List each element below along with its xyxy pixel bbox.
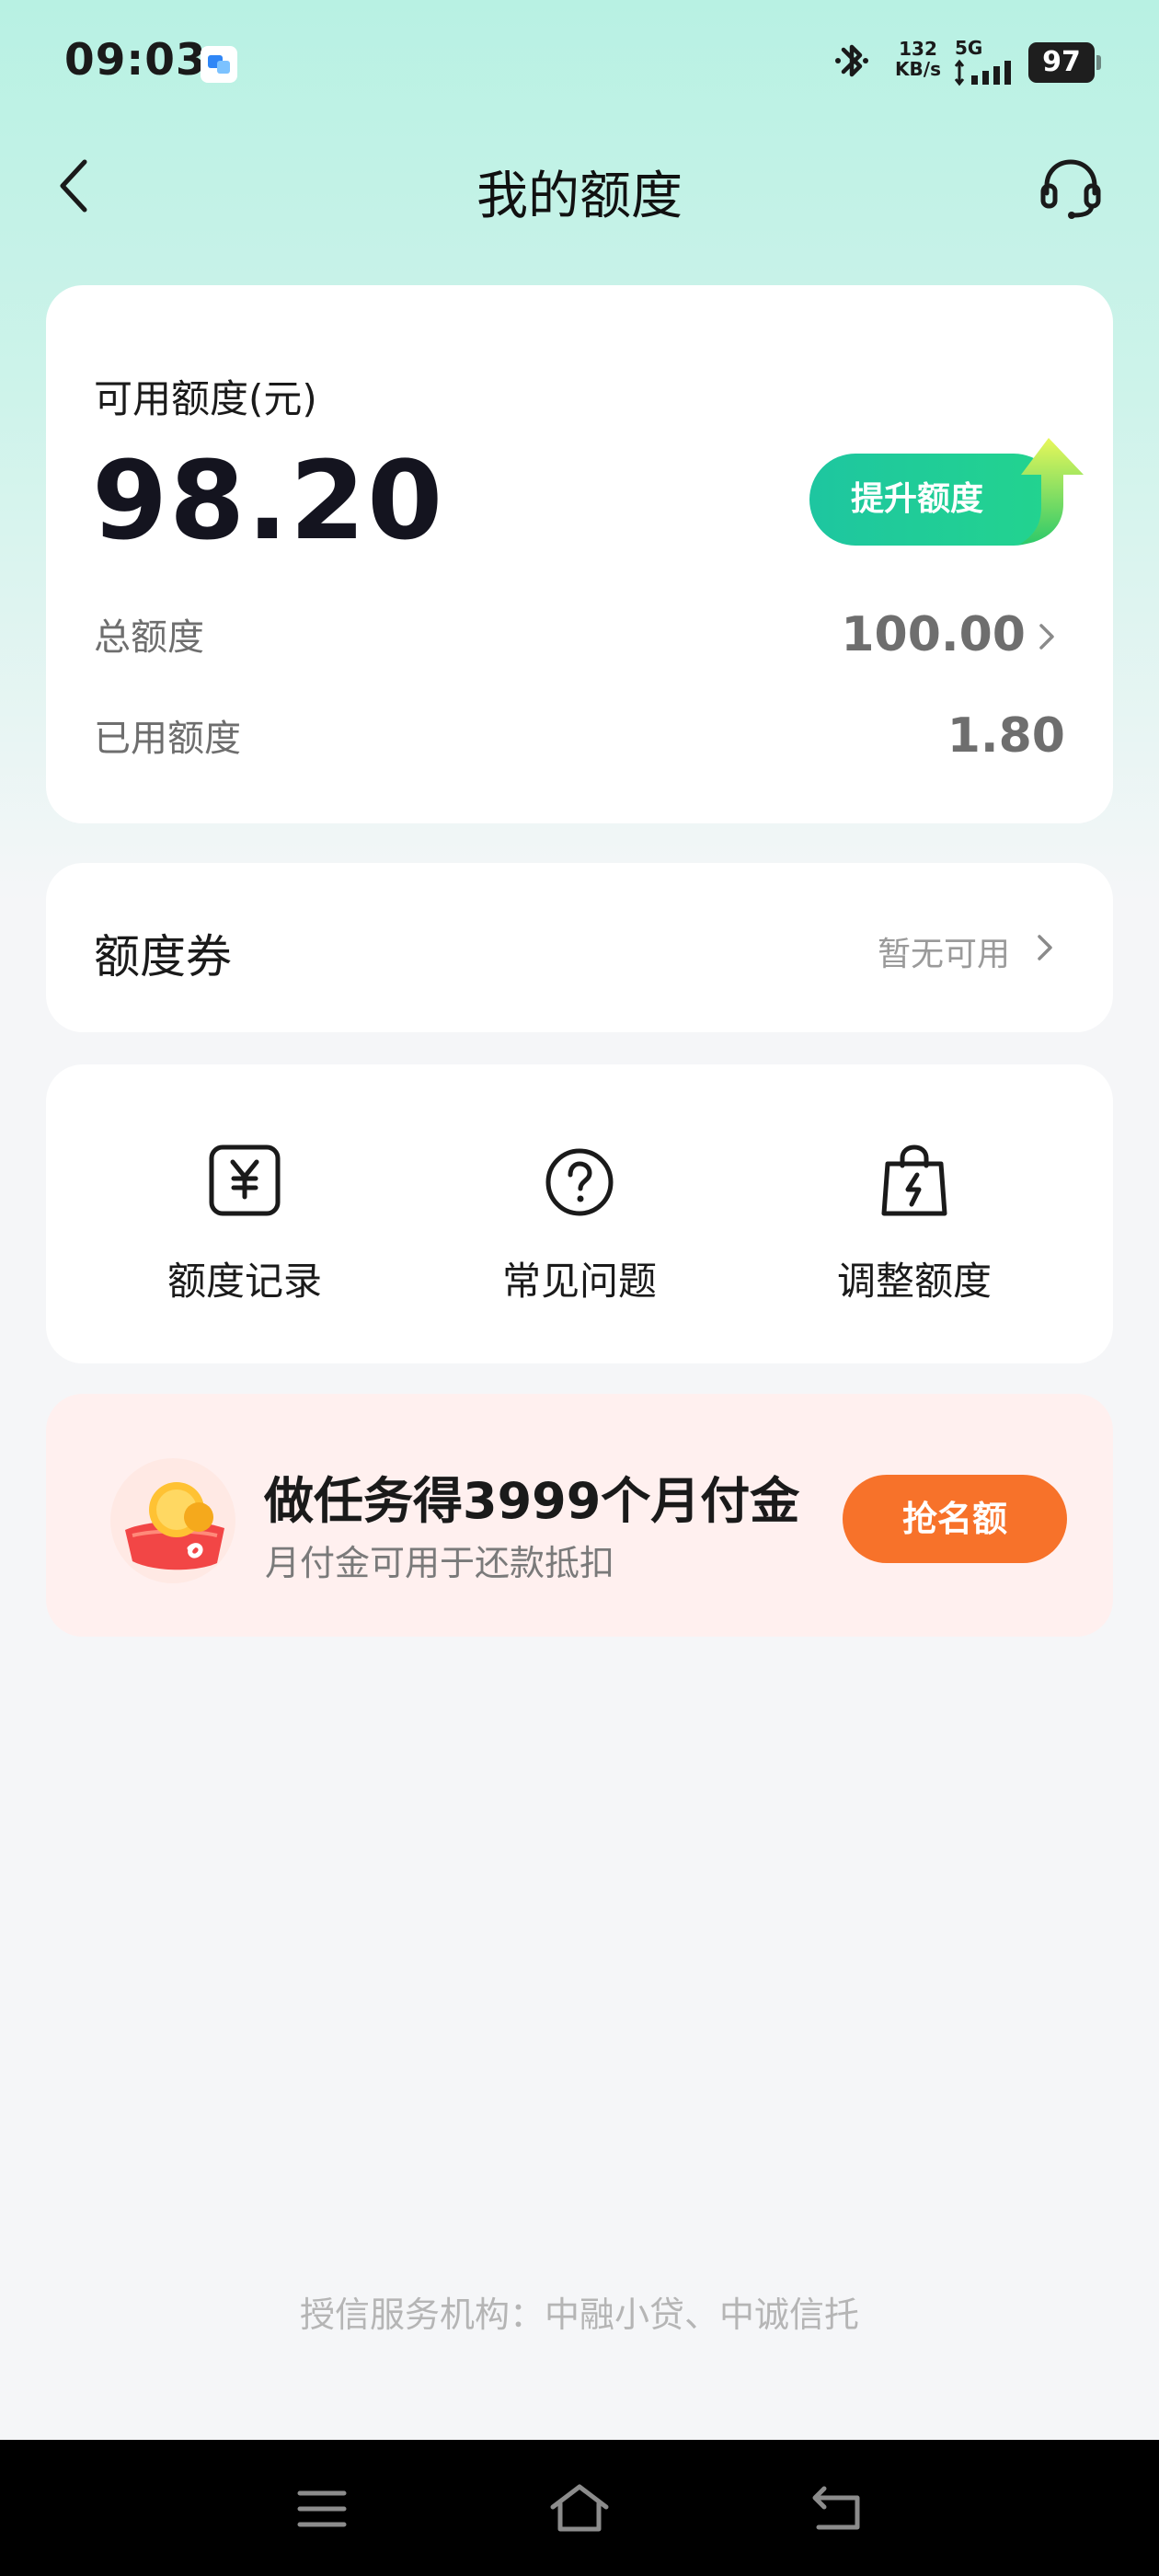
network-speed-value: 132 [899,38,937,60]
used-credit-value: 1.80 [947,708,1065,764]
credit-institution-note: 授信服务机构：中融小贷、中诚信托 [299,2294,859,2335]
menu-item-adjust-credit[interactable]: 调整额度 [795,1140,1034,1324]
menu-nav-button[interactable] [281,2467,363,2550]
battery-icon: 97 [1028,42,1101,83]
chevron-right-icon [1038,935,1052,960]
grab-slot-button[interactable]: 抢名额 [843,1475,1067,1563]
lightning-bag-icon [881,1144,947,1216]
home-icon [550,2484,609,2532]
menu-label: 调整额度 [836,1259,992,1304]
headset-icon [1040,159,1101,219]
menu-label: 常见问题 [501,1259,657,1304]
coupon-status: 暂无可用 [877,936,1010,973]
page-title: 我的额度 [476,167,683,226]
network-speed-unit: KB/s [895,58,941,80]
promo-title: 做任务得3999个月付金 [264,1472,800,1530]
signal-icon: 5G [955,37,1021,86]
system-nav-bar [0,2440,1159,2576]
menu-item-faq[interactable]: 常见问题 [460,1140,699,1324]
back-nav-button[interactable] [796,2467,878,2550]
question-circle-icon [545,1148,614,1216]
task-promo-banner[interactable]: 做任务得3999个月付金 月付金可用于还款抵扣 抢名额 [46,1394,1113,1637]
credit-coupon-row[interactable]: 额度券 暂无可用 [46,863,1113,1032]
my-credit-page: 09:03 132 KB/s 5G 97 我的额度 可用额度(元) 98.20 … [0,0,1159,2576]
app-notification-icon [201,46,237,83]
available-credit-label: 可用额度(元) [94,376,317,421]
total-credit-value[interactable]: 100.00 [841,607,1026,662]
menu-label: 额度记录 [166,1259,322,1304]
return-icon [812,2486,860,2530]
up-arrow-icon [1019,438,1084,545]
credit-summary-card: 可用额度(元) 98.20 提升额度 总额度 100.00 已用额度 1.80 [46,285,1113,823]
available-credit-amount: 98.20 [92,437,445,564]
menu-item-credit-record[interactable]: 额度记录 [125,1140,364,1324]
header: 我的额度 [0,138,1159,239]
customer-service-button[interactable] [1034,151,1107,224]
network-speed: 132 KB/s [889,39,947,79]
status-bar: 09:03 132 KB/s 5G 97 [0,0,1159,124]
chevron-right-icon[interactable] [1036,618,1058,655]
coupon-title: 额度券 [94,930,232,983]
menu-icon [297,2490,347,2527]
promo-subtitle: 月付金可用于还款抵扣 [265,1543,615,1583]
quick-actions-card: 额度记录 常见问题 调整额度 [46,1064,1113,1363]
status-time: 09:03 [64,35,207,86]
yuan-receipt-icon [209,1144,281,1216]
used-credit-label: 已用额度 [94,718,241,760]
bluetooth-icon [835,44,868,77]
home-nav-button[interactable] [538,2467,621,2550]
gold-coin-icon [110,1458,235,1583]
network-type: 5G [955,37,983,59]
total-credit-label: 总额度 [94,616,204,659]
